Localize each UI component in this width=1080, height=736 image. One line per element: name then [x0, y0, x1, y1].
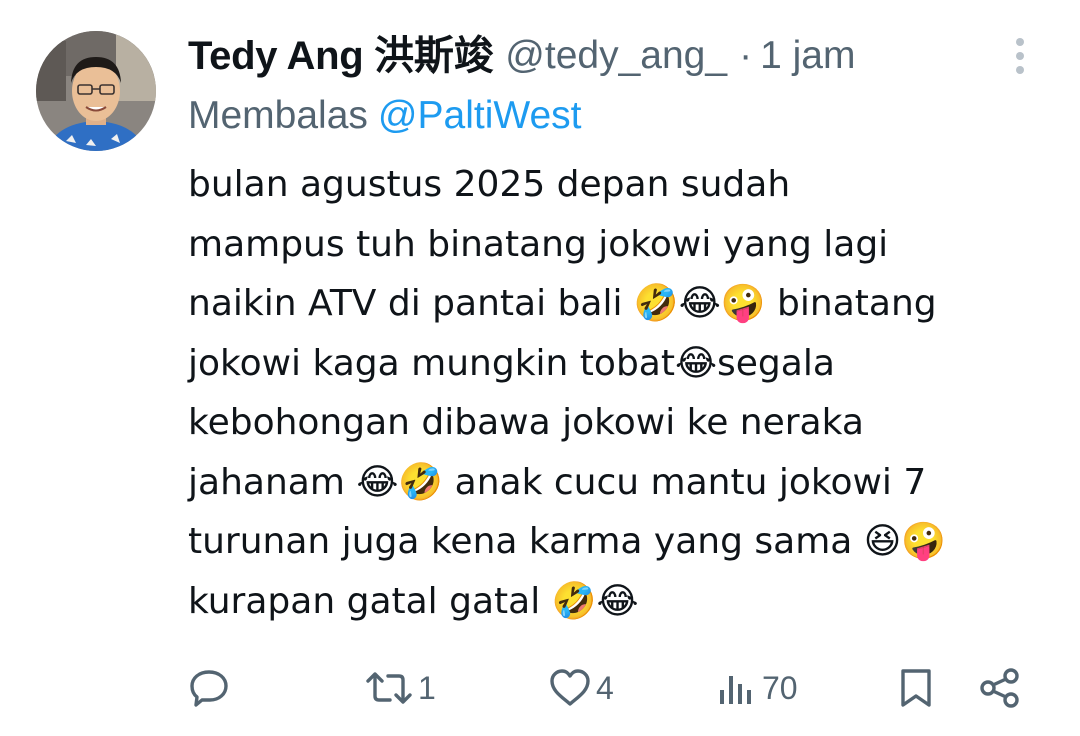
tweet-text-line: naikin ATV di pantai bali 🤣😂🤪 binatang	[188, 283, 937, 324]
user-handle[interactable]: @tedy_ang_	[505, 28, 727, 84]
tweet-header: Tedy Ang 洪斯竣 @tedy_ang_ · 1 jam	[188, 28, 855, 84]
bookmark-button[interactable]	[896, 660, 936, 716]
view-count: 70	[762, 669, 798, 706]
tweet-text-line: turunan juga kena karma yang sama 😆🤪	[188, 521, 947, 562]
tweet-text-line: jokowi kaga mungkin tobat😂segala	[188, 342, 835, 384]
display-name[interactable]: Tedy Ang 洪斯竣	[188, 28, 494, 84]
replying-to: Membalas @PaltiWest	[188, 90, 582, 142]
like-button[interactable]: 4	[548, 660, 614, 716]
share-icon	[980, 668, 1019, 708]
separator-dot: ·	[739, 34, 753, 77]
retweet-count: 1	[418, 669, 436, 706]
tweet-text-line: jahanam 😂🤣 anak cucu mantu jokowi 7	[188, 461, 927, 503]
more-options-button[interactable]	[1004, 36, 1036, 76]
reply-mention-link[interactable]: @PaltiWest	[378, 94, 582, 137]
tweet-text: bulan agustus 2025 depan sudah mampus tu…	[188, 155, 1058, 631]
replying-to-label: Membalas	[188, 94, 368, 137]
tweet-action-bar: 1 4 70	[188, 660, 1038, 716]
avatar[interactable]	[36, 31, 156, 151]
heart-icon	[550, 669, 590, 706]
tweet-text-line: bulan agustus 2025 depan sudah	[188, 164, 791, 205]
tweet-text-line: kebohongan dibawa jokowi ke neraka	[188, 402, 864, 443]
views-button[interactable]: 70	[718, 660, 798, 716]
retweet-button[interactable]: 1	[364, 660, 436, 716]
tweet-text-line: mampus tuh binatang jokowi yang lagi	[188, 223, 889, 265]
timestamp[interactable]: 1 jam	[760, 28, 855, 84]
bookmark-icon	[901, 669, 931, 707]
tweet-text-line: kurapan gatal gatal 🤣😂	[188, 580, 639, 622]
like-count: 4	[596, 669, 614, 706]
retweet-icon	[366, 672, 412, 704]
share-button[interactable]	[978, 660, 1022, 716]
reply-bubble-icon	[190, 670, 228, 707]
more-vertical-icon	[1016, 38, 1024, 74]
views-chart-icon	[720, 676, 751, 704]
reply-button[interactable]	[188, 660, 236, 716]
